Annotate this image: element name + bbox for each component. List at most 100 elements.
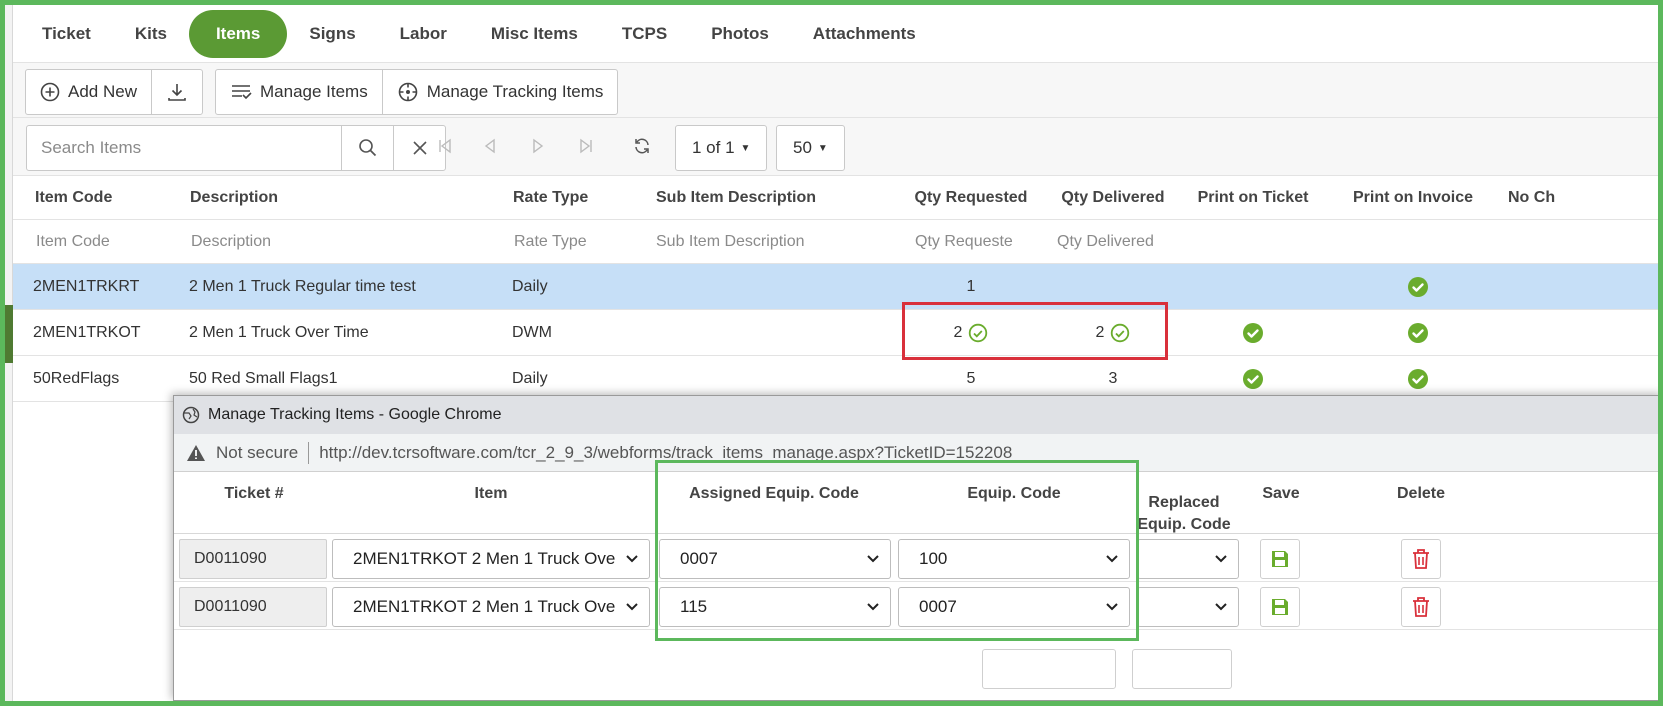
popup-header-delete: Delete [1396, 485, 1446, 502]
chevron-down-icon [867, 603, 879, 611]
popup-title: Manage Tracking Items - Google Chrome [208, 406, 502, 423]
table-row[interactable]: 2MEN1TRKRT 2 Men 1 Truck Regular time tes… [13, 264, 1658, 310]
grid-filter-row: Item Code Description Rate Type Sub Item… [13, 220, 1658, 264]
filter-item-code[interactable]: Item Code [36, 220, 110, 263]
search-icon [358, 139, 376, 157]
tab-labor[interactable]: Labor [378, 10, 469, 58]
refresh-button[interactable] [627, 131, 657, 161]
toolbar: Add New Manage Items Manage Tracking Ite… [13, 62, 1658, 118]
refresh-icon [635, 138, 649, 154]
filter-qty-delivered[interactable]: Qty Delivered [1057, 220, 1177, 263]
qty-requested-value: 2 [953, 323, 963, 341]
popup-footer-button[interactable] [982, 649, 1116, 689]
tab-signs[interactable]: Signs [287, 10, 377, 58]
equip-code-select[interactable]: 0007 [898, 587, 1130, 627]
replaced-equip-code-select[interactable] [1137, 587, 1239, 627]
table-row[interactable]: 2MEN1TRKOT 2 Men 1 Truck Over Time DWM 2 2 [13, 310, 1658, 356]
next-page-icon [533, 138, 544, 154]
cell-item-code: 50RedFlags [33, 369, 120, 387]
chevron-down-icon [626, 555, 638, 563]
header-qty-requested[interactable]: Qty Requested [906, 176, 1036, 219]
assigned-equip-code-select[interactable]: 0007 [659, 539, 891, 579]
save-button[interactable] [1260, 539, 1300, 579]
manage-items-button[interactable]: Manage Items [216, 70, 382, 114]
assigned-equip-code-value: 115 [680, 597, 708, 616]
tab-items[interactable]: Items [188, 10, 288, 58]
tab-kits[interactable]: Kits [113, 10, 189, 58]
url-text[interactable]: http://dev.tcrsoftware.com/tcr_2_9_3/web… [319, 443, 1012, 463]
last-page-button[interactable] [571, 131, 601, 161]
manage-group: Manage Items Manage Tracking Items [215, 69, 619, 115]
manage-tracking-items-button[interactable]: Manage Tracking Items [381, 70, 618, 114]
cell-description: 2 Men 1 Truck Regular time test [189, 277, 416, 295]
filter-sub-item-description[interactable]: Sub Item Description [656, 220, 805, 263]
popup-header-replaced-equip: Replaced Equip. Code [1137, 494, 1231, 533]
popup-table-header: Ticket # Item Assigned Equip. Code Equip… [174, 472, 1662, 534]
header-item-code[interactable]: Item Code [35, 176, 112, 219]
qty-delivered-value: 2 [1095, 323, 1105, 341]
equip-code-value: 0007 [919, 597, 957, 616]
delete-button[interactable] [1401, 587, 1441, 627]
search-input[interactable] [27, 126, 341, 170]
items-grid: Item Code Description Rate Type Sub Item… [13, 176, 1658, 402]
popup-footer-button[interactable] [1132, 649, 1232, 689]
cell-item-code: 2MEN1TRKRT [33, 277, 140, 295]
add-new-button[interactable]: Add New [26, 70, 151, 114]
assigned-equip-code-select[interactable]: 115 [659, 587, 891, 627]
chevron-down-icon [1106, 603, 1118, 611]
replaced-equip-code-select[interactable] [1137, 539, 1239, 579]
cell-qty-requested: 1 [906, 264, 1036, 309]
qty-requested-value: 1 [966, 277, 976, 295]
prev-page-button[interactable] [475, 131, 505, 161]
manage-tracking-items-label: Manage Tracking Items [426, 82, 604, 101]
qty-requested-value: 5 [966, 369, 976, 387]
page-selector[interactable]: 1 of 1 ▼ [675, 125, 768, 171]
download-button[interactable] [150, 70, 202, 114]
cell-description: 2 Men 1 Truck Over Time [189, 323, 369, 341]
tab-misc-items[interactable]: Misc Items [469, 10, 600, 58]
delete-button[interactable] [1401, 539, 1441, 579]
filter-rate-type[interactable]: Rate Type [514, 220, 587, 263]
save-button[interactable] [1260, 587, 1300, 627]
tab-photos[interactable]: Photos [689, 10, 791, 58]
tab-ticket[interactable]: Ticket [20, 10, 113, 58]
cell-qty-delivered: 2 [1048, 310, 1178, 355]
left-edge-marker [5, 305, 13, 363]
add-new-label: Add New [68, 82, 137, 101]
filter-qty-requested[interactable]: Qty Requeste [915, 220, 1025, 263]
floppy-disk-icon [1272, 551, 1288, 567]
check-circle-icon [1408, 368, 1428, 389]
trash-icon [1413, 549, 1429, 569]
cell-qty-requested: 2 [906, 310, 1036, 355]
item-select-value: 2MEN1TRKOT 2 Men 1 Truck Ove [353, 597, 616, 616]
search-button[interactable] [341, 126, 393, 170]
ticket-number-field: D0011090 [179, 539, 327, 579]
first-page-button[interactable] [430, 131, 460, 161]
item-select[interactable]: 2MEN1TRKOT 2 Men 1 Truck Ove [332, 539, 650, 579]
check-circle-icon [1243, 368, 1263, 389]
header-sub-item-description[interactable]: Sub Item Description [656, 176, 816, 219]
cell-print-on-invoice [1343, 264, 1493, 309]
tab-attachments[interactable]: Attachments [791, 10, 938, 58]
equip-code-select[interactable]: 100 [898, 539, 1130, 579]
page-size-value: 50 [793, 138, 812, 157]
chrome-globe-icon [182, 406, 200, 424]
header-no-charge[interactable]: No Ch [1508, 176, 1558, 219]
page-size-selector[interactable]: 50 ▼ [776, 125, 845, 171]
header-print-on-invoice[interactable]: Print on Invoice [1343, 176, 1483, 219]
first-page-icon [439, 138, 451, 154]
cell-rate-type: Daily [512, 277, 548, 295]
header-description[interactable]: Description [190, 176, 278, 219]
filter-description[interactable]: Description [191, 220, 271, 263]
url-separator [308, 441, 310, 464]
check-circle-icon [1408, 276, 1428, 297]
cell-print-on-ticket [1183, 264, 1323, 309]
page-selector-value: 1 of 1 [692, 138, 735, 157]
header-rate-type[interactable]: Rate Type [513, 176, 588, 219]
tab-tcps[interactable]: TCPS [600, 10, 689, 58]
security-label[interactable]: Not secure [216, 443, 298, 463]
header-print-on-ticket[interactable]: Print on Ticket [1183, 176, 1323, 219]
item-select[interactable]: 2MEN1TRKOT 2 Men 1 Truck Ove [332, 587, 650, 627]
header-qty-delivered[interactable]: Qty Delivered [1048, 176, 1178, 219]
next-page-button[interactable] [523, 131, 553, 161]
